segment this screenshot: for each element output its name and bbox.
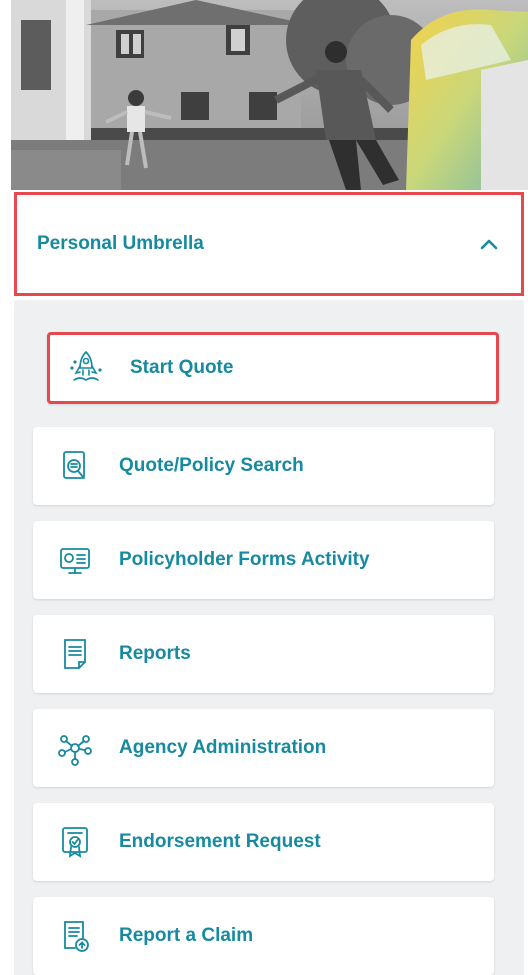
menu-item-endorsement-request[interactable]: Endorsement Request [33,803,494,881]
page: Personal Umbrella Start Quote Quote/Poli… [0,0,528,975]
rocket-icon [64,346,108,390]
product-title: Personal Umbrella [37,233,204,254]
menu-item-label: Start Quote [130,357,234,378]
product-accordion-header[interactable]: Personal Umbrella [14,192,524,296]
menu-item-agency-administration[interactable]: Agency Administration [33,709,494,787]
menu-item-quote-policy-search[interactable]: Quote/Policy Search [33,427,494,505]
menu-item-label: Reports [119,643,191,664]
menu-item-label: Report a Claim [119,925,254,946]
menu-item-label: Endorsement Request [119,831,321,852]
hero-image [11,0,528,190]
monitor-form-icon [53,538,97,582]
menu-item-policyholder-forms-activity[interactable]: Policyholder Forms Activity [33,521,494,599]
menu-item-reports[interactable]: Reports [33,615,494,693]
document-search-icon [53,444,97,488]
menu-item-label: Policyholder Forms Activity [119,549,370,570]
report-document-icon [53,632,97,676]
claim-upload-icon [53,914,97,958]
menu-item-label: Agency Administration [119,737,327,758]
chevron-up-icon[interactable] [475,230,503,258]
menu-item-label: Quote/Policy Search [119,455,304,476]
menu-item-start-quote[interactable]: Start Quote [47,332,499,404]
certificate-icon [53,820,97,864]
menu-item-report-a-claim[interactable]: Report a Claim [33,897,494,975]
network-nodes-icon [53,726,97,770]
